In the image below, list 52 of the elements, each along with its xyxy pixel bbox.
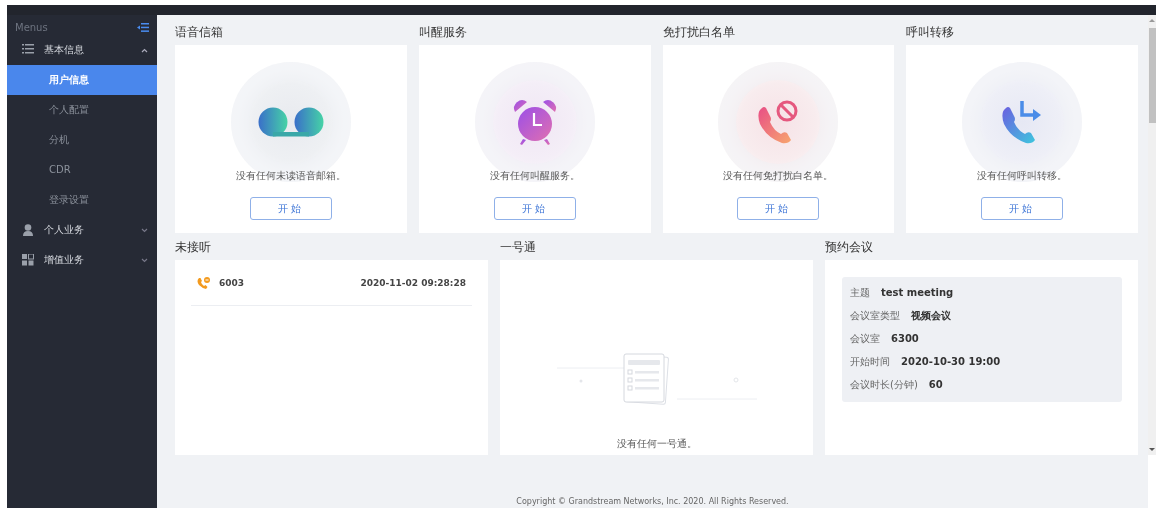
missed-call-row[interactable]: 6003 2020-11-02 09:28:28 bbox=[191, 260, 472, 306]
scroll-down-icon[interactable] bbox=[1149, 448, 1155, 451]
section-title: 未接听 bbox=[175, 239, 212, 256]
section-title: 语音信箱 bbox=[175, 24, 224, 41]
menu-item[interactable]: 个人配置 bbox=[7, 95, 157, 125]
field-value: 60 bbox=[928, 379, 943, 390]
menu-title: Menus bbox=[15, 21, 48, 33]
start-button[interactable]: 开始 bbox=[737, 197, 820, 220]
collapse-menu-icon bbox=[137, 22, 149, 32]
start-button[interactable]: 开始 bbox=[249, 197, 332, 220]
call-time: 2020-11-02 09:28:28 bbox=[360, 277, 466, 288]
chevron-up-icon bbox=[141, 47, 148, 53]
menu-item[interactable]: 用户信息 bbox=[7, 65, 157, 95]
phone-number: 6003 bbox=[219, 277, 246, 288]
field-label: 会议时长(分钟) bbox=[850, 377, 918, 392]
menu-group[interactable]: 个人业务 bbox=[7, 215, 157, 245]
chevron-down-icon bbox=[141, 257, 148, 263]
field-label: 会议室类型 bbox=[850, 308, 900, 323]
scrollbar-thumb[interactable] bbox=[1148, 28, 1156, 123]
field-label: 会议室 bbox=[850, 331, 880, 346]
menu-item[interactable]: 分机 bbox=[7, 125, 157, 155]
field-label: 主题 bbox=[850, 285, 870, 300]
section-title: 预约会议 bbox=[825, 239, 874, 256]
voicemail-icon bbox=[257, 107, 324, 137]
menu-item[interactable]: CDR bbox=[7, 155, 157, 185]
empty-message: 没有任何免打扰白名单。 bbox=[723, 169, 834, 183]
scroll-up-icon[interactable] bbox=[1149, 19, 1155, 22]
field-value: 2020-10-30 19:00 bbox=[901, 356, 1001, 367]
missed-call-icon bbox=[197, 276, 211, 289]
menu-item[interactable]: 登录设置 bbox=[7, 185, 157, 215]
empty-message: 没有任何未读语音邮箱。 bbox=[235, 169, 346, 183]
empty-message: 没有任何叫醒服务。 bbox=[489, 169, 580, 183]
section-title: 免打扰白名单 bbox=[662, 24, 736, 41]
empty-message: 没有任何呼叫转移。 bbox=[977, 169, 1068, 183]
start-button[interactable]: 开始 bbox=[493, 197, 576, 220]
list-icon bbox=[22, 44, 34, 56]
person-icon bbox=[22, 224, 34, 236]
field-label: 开始时间 bbox=[850, 354, 890, 369]
field-value: 视频会议 bbox=[911, 308, 951, 323]
section-title: 呼叫转移 bbox=[906, 24, 956, 41]
copyright-text: Copyright © Grandstream Networks, Inc. 2020. All Rights Reserved. bbox=[516, 497, 789, 506]
menu-group[interactable]: 增值业务 bbox=[7, 245, 157, 275]
section-title: 叫醒服务 bbox=[418, 24, 468, 41]
menu-group[interactable]: 基本信息 bbox=[7, 35, 157, 65]
field-value: test meeting bbox=[881, 287, 954, 298]
field-value: 6300 bbox=[891, 333, 919, 344]
start-button[interactable]: 开始 bbox=[981, 197, 1064, 220]
chevron-down-icon bbox=[141, 227, 148, 233]
grid-icon bbox=[22, 254, 34, 266]
section-title: 一号通 bbox=[500, 239, 537, 256]
scrollbar[interactable] bbox=[1148, 15, 1156, 455]
empty-message: 没有任何一号通。 bbox=[616, 437, 697, 451]
